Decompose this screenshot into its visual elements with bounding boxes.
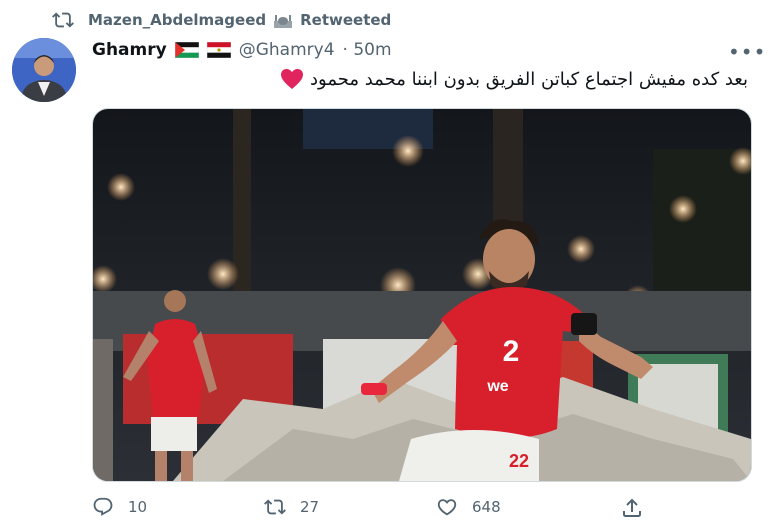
sponsor-label: we <box>486 378 508 395</box>
retweet-count: 27 <box>300 498 320 516</box>
egypt-flag-icon <box>206 42 231 58</box>
svg-text:2: 2 <box>503 335 520 368</box>
user-handle[interactable]: @Ghamry4 <box>239 40 335 60</box>
retweet-context: Mazen_Abdelmageed Retweeted <box>52 8 391 32</box>
reply-icon <box>93 497 113 516</box>
tweet-time[interactable]: · 50m <box>343 40 392 60</box>
share-icon <box>623 498 641 517</box>
mosque-icon <box>274 15 293 28</box>
heart-emoji-icon <box>281 69 304 89</box>
reply-count: 10 <box>128 498 148 516</box>
palestine-flag-icon <box>174 42 199 58</box>
tweet-actions: 10 27 648 <box>92 496 652 518</box>
retweeted-label: Retweeted <box>300 11 392 29</box>
more-icon[interactable]: ••• <box>728 40 766 64</box>
tweet-media[interactable]: 2 we 22 <box>92 108 752 482</box>
football-player-photo: 2 we 22 <box>93 109 751 481</box>
like-icon <box>437 499 457 516</box>
like-button[interactable]: 648 <box>436 496 608 518</box>
retweet-button[interactable]: 27 <box>264 496 436 518</box>
retweet-icon <box>52 12 74 28</box>
tweet-text-row: بعد كده مفيش اجتماع كباتن الفريق بدون اب… <box>280 68 748 90</box>
reply-button[interactable]: 10 <box>92 496 264 518</box>
tweet-header: Ghamry @Ghamry4 · 50m <box>92 40 392 60</box>
avatar[interactable] <box>12 38 76 102</box>
retweeter-name[interactable]: Mazen_Abdelmageed <box>88 11 266 29</box>
tweet-text: بعد كده مفيش اجتماع كباتن الفريق بدون اب… <box>310 68 748 90</box>
avatar-photo <box>12 38 76 102</box>
retweet-action-icon <box>264 499 286 515</box>
display-name[interactable]: Ghamry <box>92 40 167 60</box>
like-count: 648 <box>472 498 501 516</box>
share-button[interactable] <box>620 496 644 524</box>
jersey-number: 22 <box>509 451 529 471</box>
